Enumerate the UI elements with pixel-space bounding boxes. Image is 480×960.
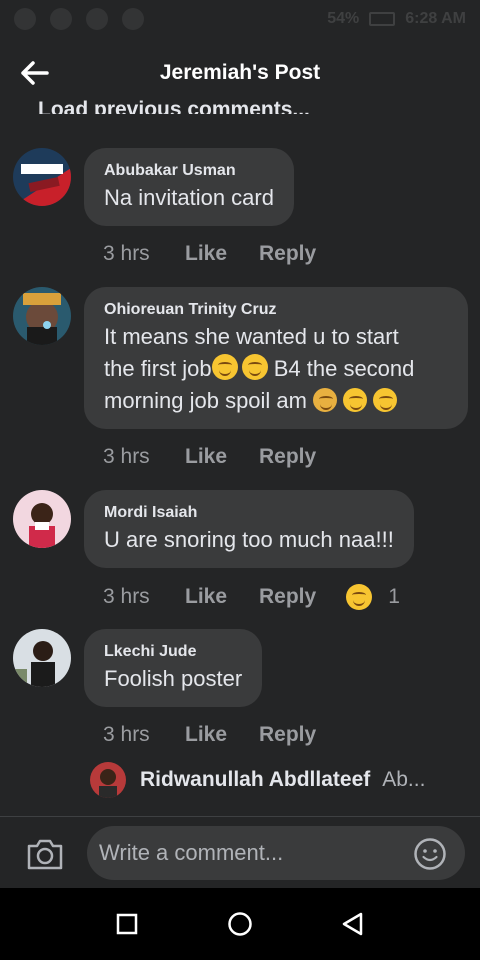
system-nav-bar (0, 888, 480, 960)
comment-bubble: Ohioreuan Trinity Cruz It means she want… (84, 287, 468, 429)
smiling-emoji-icon (211, 354, 238, 380)
reply-button[interactable]: Reply (259, 585, 316, 609)
comment-text: Foolish poster (104, 666, 243, 691)
comment-bubble: Lkechi Jude Foolish poster (84, 629, 263, 707)
facebook-icon (50, 8, 72, 30)
reply-preview[interactable]: Ridwanullah Abdllateef Ab... (90, 762, 425, 798)
comment-author[interactable]: Lkechi Jude (104, 641, 242, 663)
comment-time: 3 hrs (103, 445, 150, 468)
comment-bubble: Mordi Isaiah U are snoring too much naa!… (84, 490, 414, 568)
avatar[interactable] (13, 148, 71, 206)
notification-icon (14, 8, 36, 30)
triangle-back-icon (343, 912, 363, 936)
comment-text-line: the first job B4 the second (104, 354, 415, 381)
smiling-emoji-icon (241, 354, 268, 380)
avatar[interactable] (13, 287, 71, 345)
haha-reaction-icon (346, 584, 373, 610)
like-button[interactable]: Like (185, 445, 259, 469)
like-button[interactable]: Like (185, 585, 259, 609)
hugging-emoji-icon (343, 388, 368, 412)
home-button[interactable] (220, 904, 260, 944)
camera-button[interactable] (26, 837, 64, 871)
smiley-icon (414, 838, 446, 870)
camera-icon (27, 839, 63, 870)
like-button[interactable]: Like (185, 723, 259, 747)
comment-author[interactable]: Abubakar Usman (104, 160, 274, 182)
comment-time: 3 hrs (103, 242, 150, 265)
comment-text-line: It means she wanted u to start (104, 324, 399, 349)
status-bar: 54% 6:28 AM (0, 0, 480, 38)
comment-list: Abubakar Usman Na invitation card 3 hrs … (0, 140, 480, 816)
system-icons: 54% 6:28 AM (327, 10, 466, 28)
comment-text: It means she wanted u to start the first… (104, 321, 448, 417)
recent-apps-button[interactable] (107, 904, 147, 944)
comment-input[interactable] (87, 826, 465, 880)
comment-text-line: morning job spoil am (104, 385, 448, 417)
emoji-button[interactable] (413, 837, 447, 871)
comment-composer (0, 817, 480, 889)
comment-author[interactable]: Ohioreuan Trinity Cruz (104, 299, 448, 321)
battery-percent: 54% (327, 10, 360, 27)
system-back-button[interactable] (333, 904, 373, 944)
hugging-emoji-icon (373, 388, 398, 412)
comment-actions: 3 hrs Like Reply (103, 445, 316, 469)
comment-time: 3 hrs (103, 723, 150, 746)
comment-time: 3 hrs (103, 585, 150, 608)
comment-actions: 3 hrs Like Reply 1 (103, 584, 400, 610)
reply-author: Ridwanullah Abdllateef Ab... (140, 768, 426, 791)
comment-actions: 3 hrs Like Reply (103, 723, 316, 747)
avatar (90, 762, 126, 798)
reply-button[interactable]: Reply (259, 445, 316, 469)
person-emoji-icon (313, 388, 338, 412)
comment-text: U are snoring too much naa!!! (104, 527, 394, 552)
reply-button[interactable]: Reply (259, 242, 316, 266)
comment-text: Na invitation card (104, 185, 274, 210)
contacts-icon (86, 8, 108, 30)
notification-icons (14, 8, 144, 30)
avatar[interactable] (13, 490, 71, 548)
comment-author[interactable]: Mordi Isaiah (104, 502, 394, 524)
arrow-left-icon (21, 61, 49, 85)
comment-bubble: Abubakar Usman Na invitation card (84, 148, 294, 226)
battery-icon (369, 12, 396, 26)
comment-actions: 3 hrs Like Reply (103, 242, 316, 266)
clock: 6:28 AM (405, 10, 466, 27)
circle-icon (228, 912, 252, 936)
reply-snippet: Ab... (382, 768, 426, 791)
page-title: Jeremiah's Post (159, 61, 321, 84)
load-previous-comments-link[interactable]: Load previous comments... (38, 92, 310, 114)
reaction-summary[interactable]: 1 (346, 584, 400, 610)
square-icon (116, 913, 137, 935)
reply-button[interactable]: Reply (259, 723, 316, 747)
contacts-icon (122, 8, 144, 30)
like-button[interactable]: Like (185, 242, 259, 266)
avatar[interactable] (13, 629, 71, 687)
reaction-count: 1 (388, 585, 400, 608)
